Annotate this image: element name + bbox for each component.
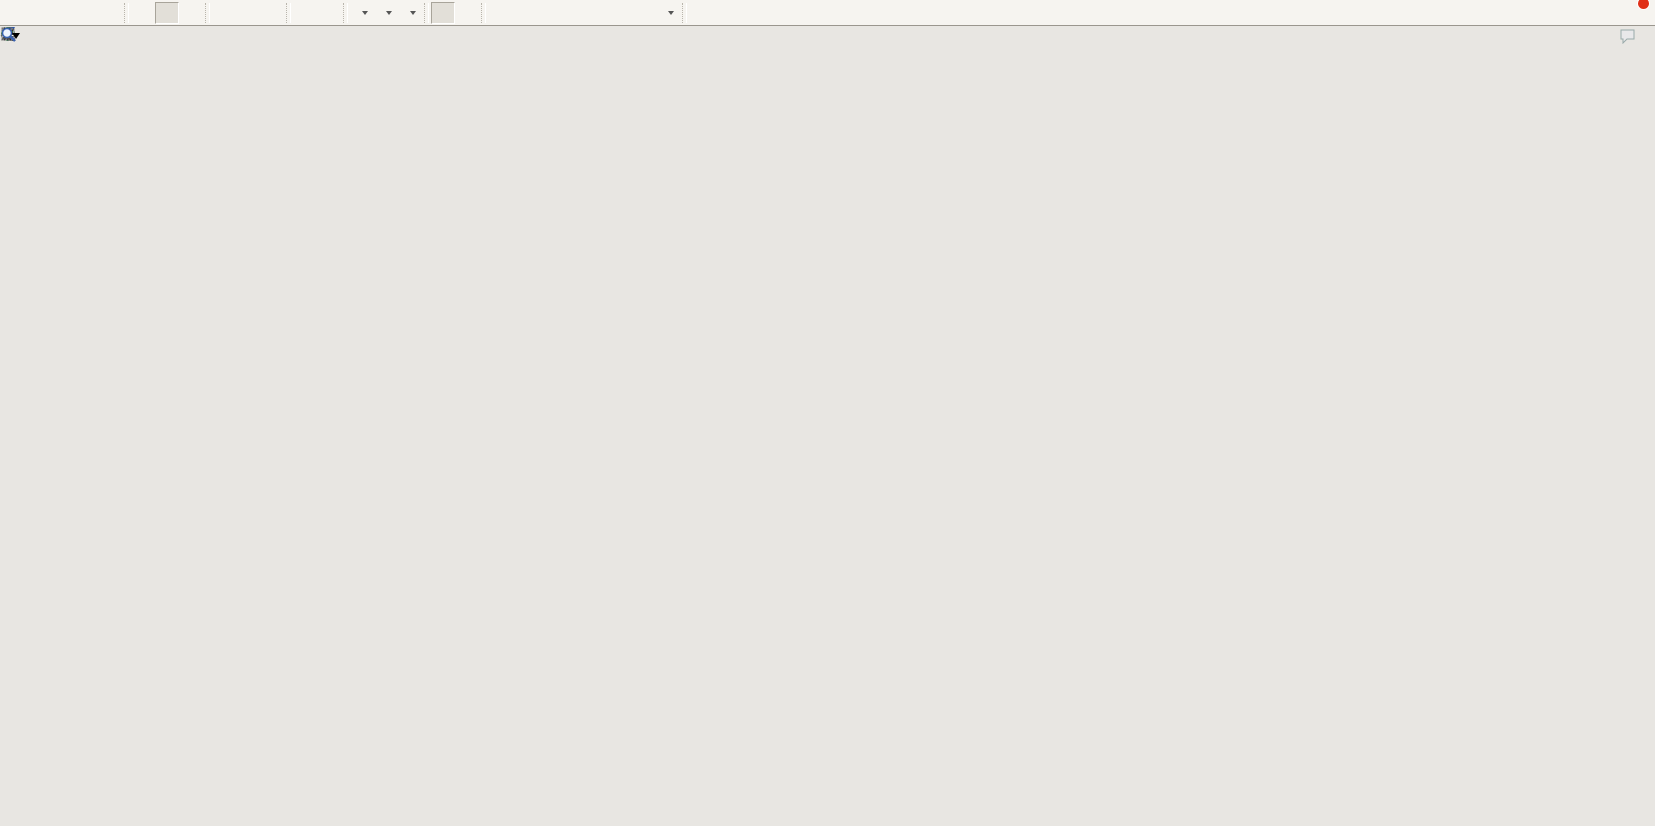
periods-button[interactable] [374, 2, 398, 24]
fibonacci-button[interactable]: F [584, 2, 608, 24]
chart-menu-icon [12, 33, 20, 39]
text-button[interactable]: A [608, 2, 632, 24]
arrows-button[interactable] [656, 2, 680, 24]
line-chart-button[interactable] [179, 2, 203, 24]
chevron-down-icon [668, 11, 674, 15]
toolbar-separator [424, 3, 429, 23]
text-label-button[interactable]: T [632, 2, 656, 24]
chart-shift-button[interactable] [317, 2, 341, 24]
price-chart[interactable] [0, 26, 1655, 826]
toolbar: E F A T [0, 0, 1655, 26]
toolbar-separator [343, 3, 348, 23]
toolbar-separator [205, 3, 210, 23]
candlestick-chart-button[interactable] [155, 2, 179, 24]
cursor-button[interactable] [431, 2, 455, 24]
zoom-in-button[interactable] [212, 2, 236, 24]
crosshair-button[interactable] [455, 2, 479, 24]
new-chart-button[interactable] [350, 2, 374, 24]
horizontal-line-button[interactable] [512, 2, 536, 24]
trading-terminal-window: E F A T [0, 0, 1655, 826]
toolbar-separator [286, 3, 291, 23]
bar-chart-button[interactable] [131, 2, 155, 24]
search-button[interactable] [1587, 2, 1611, 24]
channel-button[interactable]: E [560, 2, 584, 24]
templates-button[interactable] [398, 2, 422, 24]
toolbar-separator [124, 3, 129, 23]
strategy-tester-button[interactable] [74, 2, 98, 24]
new-order-button[interactable] [2, 2, 26, 24]
tile-windows-button[interactable] [260, 2, 284, 24]
chevron-down-icon [410, 11, 416, 15]
toolbar-separator [481, 3, 486, 23]
chevron-down-icon [386, 11, 392, 15]
toolbar-separator [682, 3, 687, 23]
zoom-out-button[interactable] [236, 2, 260, 24]
chart-title [12, 30, 31, 42]
notification-badge [1637, 0, 1650, 10]
chevron-down-icon [362, 11, 368, 15]
auto-trading-button[interactable] [98, 2, 122, 24]
vertical-line-button[interactable] [488, 2, 512, 24]
trendline-button[interactable] [536, 2, 560, 24]
market-watch-button[interactable] [26, 2, 50, 24]
auto-scroll-button[interactable] [293, 2, 317, 24]
data-window-button[interactable] [50, 2, 74, 24]
